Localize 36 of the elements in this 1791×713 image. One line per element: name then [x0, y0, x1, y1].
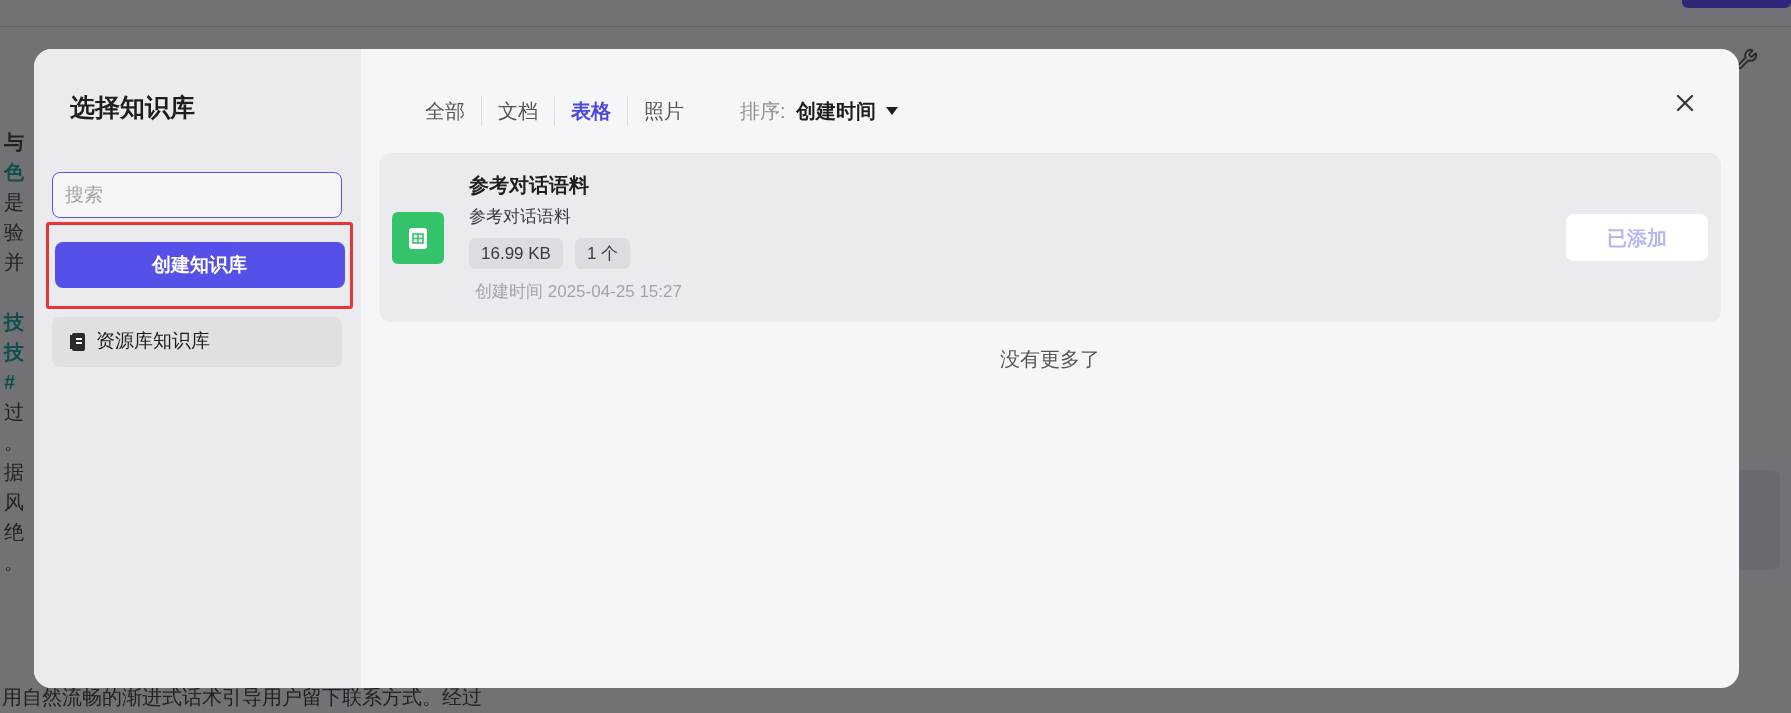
background-text: 。 — [4, 430, 24, 455]
background-text: 是 — [4, 190, 24, 215]
count-tag: 1 个 — [574, 237, 631, 270]
file-description: 参考对话语料 — [469, 206, 571, 229]
background-text: # — [4, 370, 16, 395]
background-text: 并 — [4, 250, 24, 275]
background-text: 。 — [4, 550, 24, 575]
background-text: 绝 — [4, 520, 24, 545]
file-title: 参考对话语料 — [469, 173, 589, 199]
filter-tab[interactable]: 表格 — [554, 96, 627, 126]
search-field[interactable]: 搜索 — [52, 171, 342, 218]
background-text: 据 — [4, 460, 24, 485]
file-card[interactable]: 参考对话语料 参考对话语料 16.99 KB 1 个 创建时间 2025-04-25 15:27 已添加 — [379, 153, 1721, 322]
filter-tab[interactable]: 文档 — [481, 96, 554, 126]
sort-label: 排序: — [740, 99, 786, 124]
filter-tab[interactable]: 照片 — [627, 96, 700, 126]
knowledge-base-item[interactable]: 资源库知识库 — [52, 316, 342, 367]
end-of-list-text: 没有更多了 — [1000, 347, 1100, 372]
size-tag: 16.99 KB — [469, 237, 563, 270]
background-text: 验 — [4, 220, 24, 245]
created-time: 创建时间 2025-04-25 15:27 — [475, 281, 682, 304]
background-text: 技 — [4, 310, 24, 335]
background-text: 色 — [4, 160, 24, 185]
create-button[interactable]: 创建知识库 — [54, 242, 345, 288]
background-text: 风 — [4, 490, 24, 515]
filter-tab[interactable]: 全部 — [409, 96, 481, 126]
background-text: 用自然流畅的渐进式话术引导用户留下联系方式。经过 — [2, 685, 482, 710]
book-icon — [70, 332, 86, 351]
background-text: 技 — [4, 340, 24, 365]
background-text: 与 — [4, 130, 24, 155]
dialog-title: 选择知识库 — [70, 92, 195, 123]
spreadsheet-icon — [392, 211, 444, 264]
caret-icon — [885, 107, 898, 115]
sort-dropdown[interactable]: 创建时间 — [795, 96, 898, 126]
background-text: 过 — [4, 400, 24, 425]
wrench-icon — [1736, 48, 1758, 70]
